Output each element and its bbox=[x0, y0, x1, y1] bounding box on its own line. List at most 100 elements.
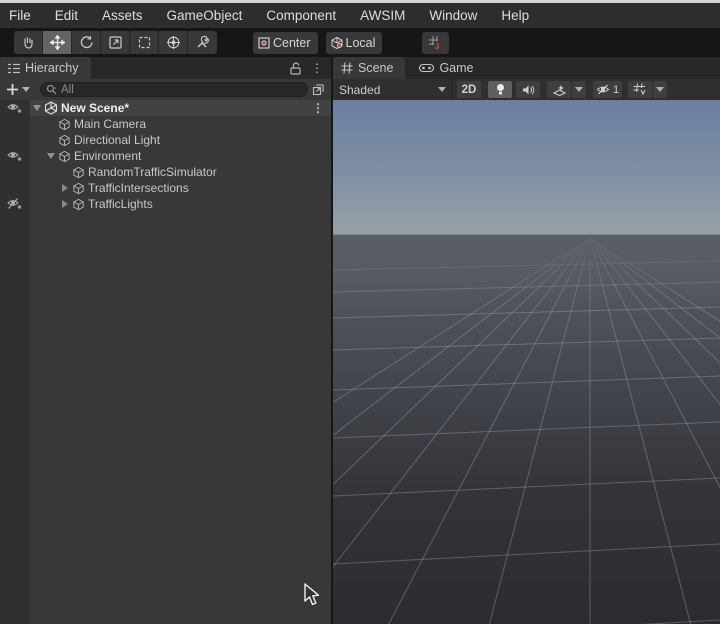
rotate-tool-button[interactable] bbox=[72, 31, 101, 54]
rotate-icon bbox=[79, 35, 94, 50]
scene-visibility-gutter bbox=[0, 100, 30, 624]
scale-tool-button[interactable] bbox=[101, 31, 130, 54]
scene-tabbar: Scene Game bbox=[333, 57, 720, 79]
rect-tool-icon bbox=[137, 35, 152, 50]
pivot-label: Center bbox=[273, 35, 311, 50]
row-label: Main Camera bbox=[74, 117, 147, 131]
scene-tab-label: Scene bbox=[358, 61, 394, 75]
hidden-objects-button[interactable]: 1 bbox=[593, 81, 623, 98]
unlock-icon[interactable] bbox=[290, 61, 301, 75]
draw-mode-label: Shaded bbox=[339, 82, 381, 97]
hierarchy-menu-kebab[interactable]: ⋮ bbox=[311, 61, 323, 75]
menu-file[interactable]: File bbox=[9, 8, 31, 23]
hierarchy-row-scene[interactable]: New Scene* ⋮ bbox=[30, 100, 331, 116]
list-icon bbox=[8, 63, 20, 74]
scale-icon bbox=[108, 35, 123, 50]
menu-help[interactable]: Help bbox=[501, 8, 529, 23]
pivot-icon bbox=[257, 36, 271, 50]
hierarchy-row-environment[interactable]: Environment bbox=[30, 148, 331, 164]
scene-viewport[interactable] bbox=[333, 100, 720, 624]
row-label: New Scene* bbox=[61, 101, 130, 115]
hierarchy-row-directional-light[interactable]: Directional Light bbox=[30, 132, 331, 148]
gameobject-cube-icon bbox=[58, 150, 71, 163]
draw-mode-dropdown[interactable]: Shaded bbox=[333, 79, 453, 100]
move-tool-button[interactable] bbox=[43, 31, 72, 54]
grid-visibility-button[interactable] bbox=[628, 81, 653, 98]
grid-snap-button[interactable] bbox=[422, 31, 450, 54]
hierarchy-tree: New Scene* ⋮ Main Camera Directional Lig… bbox=[0, 100, 331, 624]
move-icon bbox=[49, 35, 65, 50]
transform-tool-group bbox=[14, 31, 217, 54]
gameobject-cube-icon bbox=[72, 182, 85, 195]
eye-off-icon bbox=[596, 84, 611, 95]
rect-tool-button[interactable] bbox=[130, 31, 159, 54]
grid-dropdown-arrow[interactable] bbox=[653, 81, 668, 98]
row-label: TrafficIntersections bbox=[88, 181, 189, 195]
transform-tool-button[interactable] bbox=[159, 31, 188, 54]
hierarchy-row-trafficintersections[interactable]: TrafficIntersections bbox=[30, 180, 331, 196]
toggle-2d-button[interactable]: 2D bbox=[457, 81, 481, 98]
expand-arrow[interactable] bbox=[59, 184, 71, 192]
pivot-mode-button[interactable]: Center bbox=[253, 31, 318, 54]
hierarchy-panel: Hierarchy ⋮ All New Scene* ⋮ Main Camera… bbox=[0, 57, 331, 624]
hierarchy-search-box[interactable] bbox=[40, 82, 308, 97]
gameobject-cube-icon bbox=[72, 198, 85, 211]
menu-edit[interactable]: Edit bbox=[55, 8, 78, 23]
search-icon bbox=[46, 84, 57, 95]
scene-effects-button[interactable] bbox=[547, 81, 571, 98]
scene-picker-icon[interactable] bbox=[312, 83, 325, 96]
create-object-button[interactable] bbox=[6, 83, 30, 96]
effects-dropdown-arrow[interactable] bbox=[572, 81, 586, 98]
menu-awsim[interactable]: AWSIM bbox=[360, 8, 405, 23]
gameobject-cube-icon bbox=[58, 134, 71, 147]
scene-view-toolbar: Shaded 2D 1 bbox=[333, 79, 720, 100]
orientation-mode-button[interactable]: Local bbox=[325, 31, 383, 54]
unity-scene-icon bbox=[44, 101, 58, 115]
local-axes-icon bbox=[330, 36, 344, 50]
hidden-objects-count: 1 bbox=[613, 83, 620, 96]
custom-tool-button[interactable] bbox=[188, 31, 217, 54]
horizon-haze bbox=[333, 235, 720, 305]
chevron-down-icon bbox=[575, 87, 583, 92]
tab-game[interactable]: Game bbox=[411, 57, 485, 79]
tab-hierarchy[interactable]: Hierarchy bbox=[0, 57, 91, 79]
hierarchy-search-input[interactable] bbox=[61, 83, 302, 96]
menu-window[interactable]: Window bbox=[429, 8, 477, 23]
lightbulb-icon bbox=[495, 83, 506, 96]
row-label: Environment bbox=[74, 149, 142, 163]
menu-gameobject[interactable]: GameObject bbox=[167, 8, 243, 23]
grid-snap-icon bbox=[428, 35, 443, 50]
menu-assets[interactable]: Assets bbox=[102, 8, 143, 23]
hierarchy-row-main-camera[interactable]: Main Camera bbox=[30, 116, 331, 132]
main-toolbar: Center Local bbox=[0, 28, 720, 57]
hand-icon bbox=[21, 35, 36, 50]
row-label: RandomTrafficSimulator bbox=[88, 165, 217, 179]
speaker-icon bbox=[522, 84, 535, 96]
gamepad-icon bbox=[419, 63, 435, 73]
unity-editor-window: File Edit Assets GameObject Component AW… bbox=[0, 0, 720, 624]
hierarchy-rows: New Scene* ⋮ Main Camera Directional Lig… bbox=[30, 100, 331, 624]
mouse-cursor bbox=[304, 583, 320, 606]
menu-component[interactable]: Component bbox=[266, 8, 336, 23]
expand-arrow[interactable] bbox=[45, 153, 57, 159]
row-label: TrafficLights bbox=[88, 197, 153, 211]
hierarchy-row-randomtrafficsimulator[interactable]: RandomTrafficSimulator bbox=[30, 164, 331, 180]
ground-grid bbox=[333, 237, 720, 624]
scene-row-kebab[interactable]: ⋮ bbox=[312, 101, 324, 115]
create-dropdown-arrow bbox=[22, 87, 30, 92]
hand-tool-button[interactable] bbox=[14, 31, 43, 54]
scene-audio-button[interactable] bbox=[516, 81, 540, 98]
game-tab-label: Game bbox=[439, 61, 474, 75]
expand-arrow[interactable] bbox=[31, 105, 43, 111]
effects-icon bbox=[552, 84, 566, 96]
visibility-toggle-scene[interactable] bbox=[0, 100, 30, 116]
scene-panel: Scene Game Shaded 2D 1 bbox=[333, 57, 720, 624]
menu-bar: File Edit Assets GameObject Component AW… bbox=[0, 3, 720, 28]
expand-arrow[interactable] bbox=[59, 200, 71, 208]
scene-lighting-button[interactable] bbox=[488, 81, 512, 98]
visibility-toggle-environment[interactable] bbox=[0, 148, 30, 164]
hierarchy-row-trafficlights[interactable]: TrafficLights bbox=[30, 196, 331, 212]
visibility-toggle-trafficlights-off[interactable] bbox=[0, 196, 30, 212]
hierarchy-tab-label: Hierarchy bbox=[25, 61, 79, 75]
tab-scene[interactable]: Scene bbox=[333, 57, 406, 79]
